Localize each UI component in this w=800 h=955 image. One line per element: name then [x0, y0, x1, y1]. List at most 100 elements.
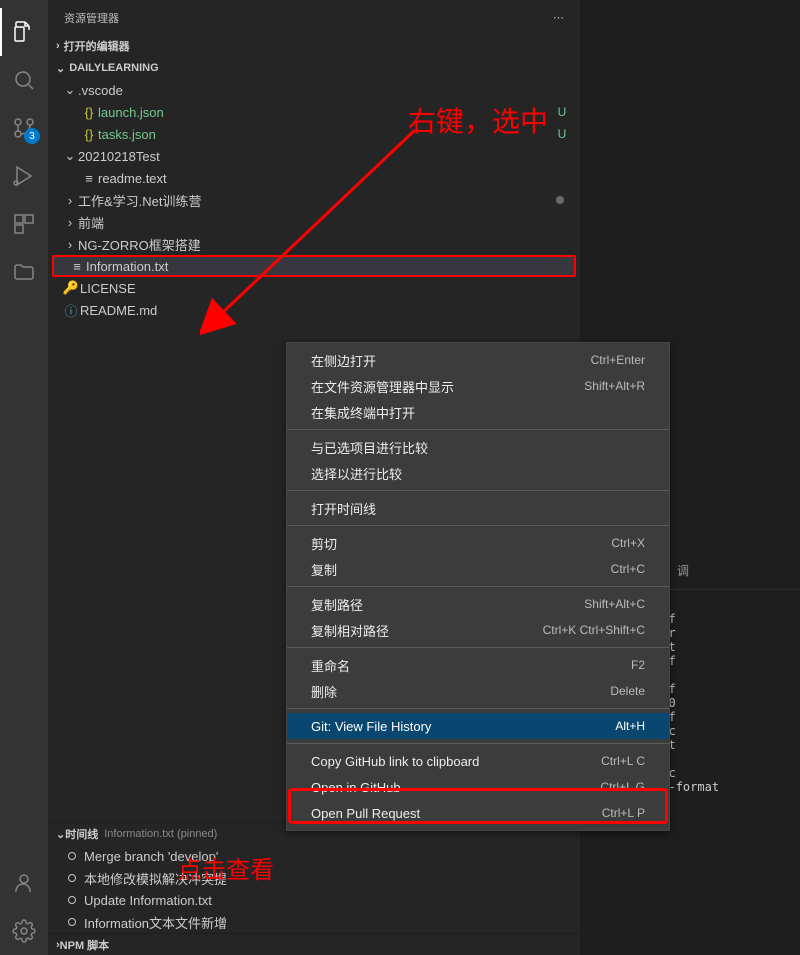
- scm-badge: 3: [24, 128, 40, 144]
- chevron-down-icon: ⌄: [56, 62, 65, 75]
- menu-item-shortcut: Alt+H: [615, 719, 645, 733]
- menu-item[interactable]: 选择以进行比较: [287, 460, 669, 486]
- menu-item-label: 重命名: [311, 656, 350, 675]
- menu-item-label: Open in GitHub: [311, 780, 401, 795]
- menu-item-label: 复制: [311, 560, 337, 579]
- menu-item-label: Copy GitHub link to clipboard: [311, 754, 479, 769]
- menu-item-shortcut: Ctrl+K Ctrl+Shift+C: [543, 623, 645, 637]
- more-icon[interactable]: ⋯: [553, 11, 564, 24]
- menu-item[interactable]: 复制相对路径 Ctrl+K Ctrl+Shift+C: [287, 617, 669, 643]
- menu-item-shortcut: Ctrl+Enter: [591, 353, 645, 367]
- activity-bar: 3: [0, 0, 48, 955]
- menu-item-label: 在集成终端中打开: [311, 403, 415, 422]
- menu-separator: [287, 429, 669, 430]
- menu-item-label: 打开时间线: [311, 499, 376, 518]
- menu-item[interactable]: Copy GitHub link to clipboard Ctrl+L C: [287, 748, 669, 774]
- menu-item-shortcut: Ctrl+X: [611, 536, 645, 550]
- timeline-item[interactable]: Information文本文件新增: [48, 911, 580, 933]
- git-status: U: [552, 105, 572, 119]
- menu-item[interactable]: Open in GitHub Ctrl+L G: [287, 774, 669, 800]
- menu-item[interactable]: 复制 Ctrl+C: [287, 556, 669, 582]
- menu-item-shortcut: Shift+Alt+R: [584, 379, 645, 393]
- timeline-item[interactable]: Update Information.txt: [48, 889, 580, 911]
- menu-item[interactable]: 在侧边打开 Ctrl+Enter: [287, 347, 669, 373]
- git-status: U: [552, 127, 572, 141]
- menu-item-label: 复制相对路径: [311, 621, 389, 640]
- chevron-down-icon: ⌄: [56, 828, 65, 841]
- menu-item-shortcut: Delete: [610, 684, 645, 698]
- file-license[interactable]: 🔑 LICENSE: [48, 277, 580, 299]
- timeline-item[interactable]: 本地修改模拟解决冲突提: [48, 867, 580, 889]
- menu-item[interactable]: 复制路径 Shift+Alt+C: [287, 591, 669, 617]
- menu-item-label: 与已选项目进行比较: [311, 438, 428, 457]
- menu-item[interactable]: Git: View File History Alt+H: [287, 713, 669, 739]
- sidebar-title: 资源管理器 ⋯: [48, 0, 580, 35]
- menu-item-label: 选择以进行比较: [311, 464, 402, 483]
- commit-circle-icon: [68, 874, 76, 882]
- json-icon: {}: [80, 127, 98, 142]
- menu-item[interactable]: 剪切 Ctrl+X: [287, 530, 669, 556]
- menu-item[interactable]: 重命名 F2: [287, 652, 669, 678]
- extensions-icon[interactable]: [0, 200, 48, 248]
- sidebar-title-text: 资源管理器: [64, 10, 119, 26]
- folder-icon[interactable]: [0, 248, 48, 296]
- timeline-subtitle: Information.txt (pinned): [104, 828, 217, 840]
- menu-item[interactable]: 与已选项目进行比较: [287, 434, 669, 460]
- modified-dot-icon: [556, 196, 564, 204]
- folder-vscode[interactable]: ⌄ .vscode: [48, 79, 580, 101]
- run-debug-icon[interactable]: [0, 152, 48, 200]
- settings-icon[interactable]: [0, 907, 48, 955]
- project-section-header[interactable]: ⌄ DAILYLEARNING: [48, 57, 580, 79]
- menu-item[interactable]: Open Pull RequestCtrl+L P: [287, 800, 669, 826]
- source-control-icon[interactable]: 3: [0, 104, 48, 152]
- timeline-section: ⌄ 时间线 Information.txt (pinned) Merge bra…: [48, 822, 580, 933]
- file-information-txt[interactable]: ≡ Information.txt: [52, 255, 576, 277]
- npm-section-header[interactable]: › NPM 脚本: [48, 933, 580, 955]
- json-icon: {}: [80, 105, 98, 120]
- folder-test[interactable]: ⌄ 20210218Test: [48, 145, 580, 167]
- menu-separator: [287, 586, 669, 587]
- menu-item-shortcut: Shift+Alt+C: [584, 597, 645, 611]
- menu-separator: [287, 647, 669, 648]
- menu-item-shortcut: F2: [631, 658, 645, 672]
- menu-item-label: 剪切: [311, 534, 337, 553]
- file-readme-md[interactable]: ⓘ README.md: [48, 299, 580, 321]
- editors-section-label: 打开的编辑器: [64, 38, 130, 54]
- menu-item-label: 在侧边打开: [311, 351, 376, 370]
- menu-separator: [287, 525, 669, 526]
- tab-debug[interactable]: 调: [677, 562, 689, 583]
- menu-item[interactable]: 删除 Delete: [287, 678, 669, 704]
- editors-section-header[interactable]: › 打开的编辑器: [48, 35, 580, 57]
- timeline-item[interactable]: Merge branch 'develop': [48, 845, 580, 867]
- menu-item-label: 删除: [311, 682, 337, 701]
- folder-ngzorro[interactable]: › NG-ZORRO框架搭建: [48, 233, 580, 255]
- menu-item-shortcut: Ctrl+L C: [601, 754, 645, 768]
- commit-circle-icon: [68, 852, 76, 860]
- menu-separator: [287, 708, 669, 709]
- menu-item-label: Git: View File History: [311, 719, 431, 734]
- folder-frontend[interactable]: › 前端: [48, 211, 580, 233]
- menu-item[interactable]: 打开时间线: [287, 495, 669, 521]
- explorer-icon[interactable]: [0, 8, 48, 56]
- file-tasks-json[interactable]: {} tasks.json U: [48, 123, 580, 145]
- menu-separator: [287, 743, 669, 744]
- info-icon: ⓘ: [62, 301, 80, 320]
- text-icon: ≡: [68, 259, 86, 274]
- menu-item[interactable]: 在集成终端中打开: [287, 399, 669, 425]
- folder-work[interactable]: › 工作&学习.Net训练营: [48, 189, 580, 211]
- file-readme-text[interactable]: ≡ readme.text: [48, 167, 580, 189]
- license-icon: 🔑: [62, 280, 80, 296]
- menu-separator: [287, 490, 669, 491]
- commit-circle-icon: [68, 896, 76, 904]
- file-launch-json[interactable]: {} launch.json U: [48, 101, 580, 123]
- project-name: DAILYLEARNING: [69, 62, 158, 74]
- menu-item-label: 在文件资源管理器中显示: [311, 377, 454, 396]
- menu-item-shortcut: Ctrl+C: [611, 562, 645, 576]
- menu-item-shortcut: Ctrl+L G: [600, 780, 645, 794]
- timeline-title: 时间线: [65, 826, 98, 842]
- search-icon[interactable]: [0, 56, 48, 104]
- accounts-icon[interactable]: [0, 859, 48, 907]
- menu-item-label: Open Pull Request: [311, 806, 420, 821]
- menu-item-label: 复制路径: [311, 595, 363, 614]
- menu-item[interactable]: 在文件资源管理器中显示 Shift+Alt+R: [287, 373, 669, 399]
